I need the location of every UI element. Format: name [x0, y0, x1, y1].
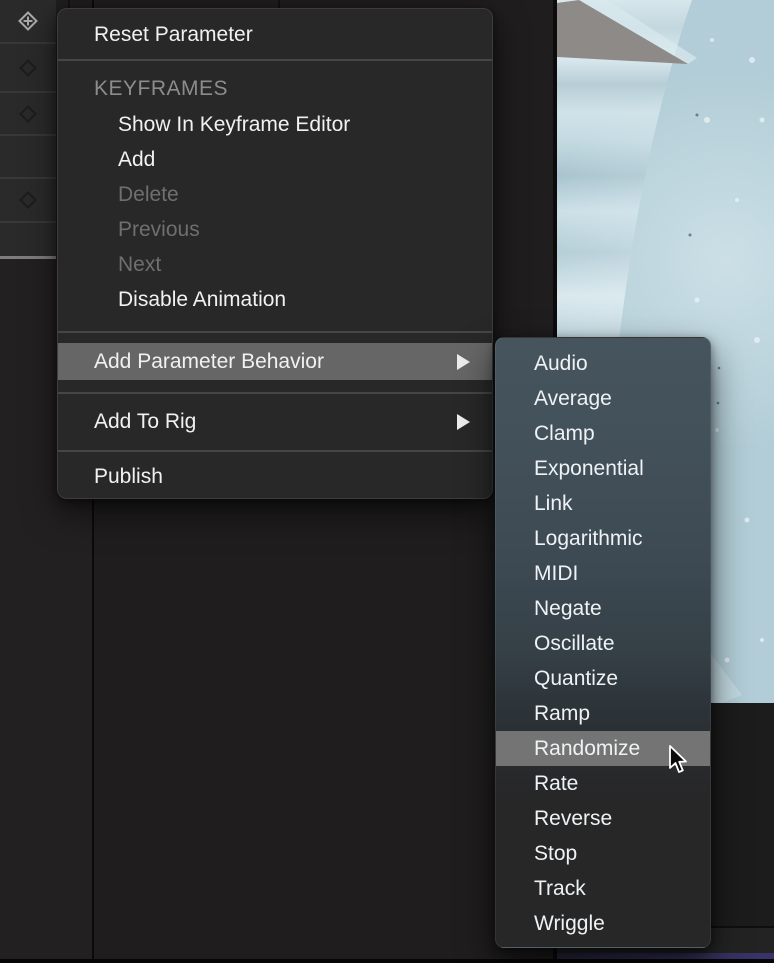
submenu-item-label: Quantize: [534, 667, 618, 691]
menu-separator: [58, 331, 492, 333]
keyframe-add-icon: [17, 10, 39, 32]
submenu-item-label: Ramp: [534, 702, 590, 726]
submenu-item[interactable]: Link: [496, 486, 710, 521]
submenu-item-label: Randomize: [534, 737, 640, 761]
keyframe-column: [0, 0, 56, 259]
menu-item-label: Disable Animation: [118, 288, 286, 312]
diamond-icon: [18, 58, 38, 78]
menu-section-header: KEYFRAMES: [58, 71, 492, 107]
keyframe-row[interactable]: [0, 0, 56, 44]
menu-item-label: Previous: [118, 218, 200, 242]
diamond-icon: [18, 104, 38, 124]
menu-item[interactable]: Add: [58, 142, 492, 177]
submenu-item[interactable]: Wriggle: [496, 906, 710, 941]
submenu-item-label: Oscillate: [534, 632, 615, 656]
menu-item[interactable]: Next: [58, 247, 492, 282]
submenu-item[interactable]: Negate: [496, 591, 710, 626]
submenu-item[interactable]: Track: [496, 871, 710, 906]
keyframe-row[interactable]: [0, 44, 56, 93]
submenu-item-label: MIDI: [534, 562, 578, 586]
menu-item-label: Reset Parameter: [94, 23, 253, 47]
menu-item-label: Publish: [94, 465, 163, 489]
menu-item-label: Delete: [118, 183, 179, 207]
keyframe-row[interactable]: [0, 136, 56, 179]
menu-item[interactable]: Add Parameter Behavior: [58, 343, 492, 380]
submenu-item-label: Reverse: [534, 807, 612, 831]
submenu-arrow-icon: [457, 354, 470, 370]
window-edge: [0, 959, 774, 963]
submenu-item[interactable]: Exponential: [496, 451, 710, 486]
submenu-item[interactable]: Oscillate: [496, 626, 710, 661]
parameter-behavior-submenu: Audio Average Clamp Exponential Link Log…: [495, 337, 711, 948]
menu-separator: [58, 59, 492, 61]
menu-item[interactable]: Reset Parameter: [58, 15, 492, 55]
menu-item-label: Add Parameter Behavior: [94, 350, 324, 374]
submenu-item[interactable]: Stop: [496, 836, 710, 871]
submenu-item-label: Logarithmic: [534, 527, 643, 551]
menu-item-label: Next: [118, 253, 161, 277]
submenu-item[interactable]: Average: [496, 381, 710, 416]
motion-app-canvas: Reset Parameter KEYFRAMES Show In Keyfra…: [0, 0, 774, 963]
submenu-item-label: Stop: [534, 842, 577, 866]
menu-item[interactable]: Previous: [58, 212, 492, 247]
menu-item[interactable]: Publish: [58, 452, 492, 499]
menu-item-label: KEYFRAMES: [94, 77, 228, 101]
submenu-item[interactable]: Quantize: [496, 661, 710, 696]
keyframe-row[interactable]: [0, 221, 56, 223]
menu-item-label: Show In Keyframe Editor: [118, 113, 350, 137]
submenu-item[interactable]: Clamp: [496, 416, 710, 451]
submenu-item-label: Wriggle: [534, 912, 605, 936]
submenu-item-label: Exponential: [534, 457, 644, 481]
submenu-item[interactable]: Audio: [496, 346, 710, 381]
submenu-item-label: Audio: [534, 352, 588, 376]
submenu-item[interactable]: Reverse: [496, 801, 710, 836]
diamond-icon: [18, 190, 38, 210]
submenu-item-label: Track: [534, 877, 586, 901]
submenu-item-label: Clamp: [534, 422, 595, 446]
submenu-arrow-icon: [457, 414, 470, 430]
context-menu: Reset Parameter KEYFRAMES Show In Keyfra…: [57, 8, 493, 499]
menu-item[interactable]: Delete: [58, 177, 492, 212]
submenu-item[interactable]: Logarithmic: [496, 521, 710, 556]
submenu-item-label: Average: [534, 387, 612, 411]
submenu-item-label: Rate: [534, 772, 578, 796]
menu-item[interactable]: Add To Rig: [58, 394, 492, 450]
keyframe-row[interactable]: [0, 179, 56, 221]
keyframe-row[interactable]: [0, 93, 56, 136]
submenu-item[interactable]: Ramp: [496, 696, 710, 731]
submenu-item-label: Negate: [534, 597, 602, 621]
menu-item[interactable]: Disable Animation: [58, 282, 492, 317]
mouse-cursor-icon: [668, 745, 692, 775]
menu-item-label: Add To Rig: [94, 410, 196, 434]
menu-item[interactable]: Show In Keyframe Editor: [58, 107, 492, 142]
menu-item-label: Add: [118, 148, 155, 172]
submenu-item[interactable]: MIDI: [496, 556, 710, 591]
submenu-item-label: Link: [534, 492, 573, 516]
